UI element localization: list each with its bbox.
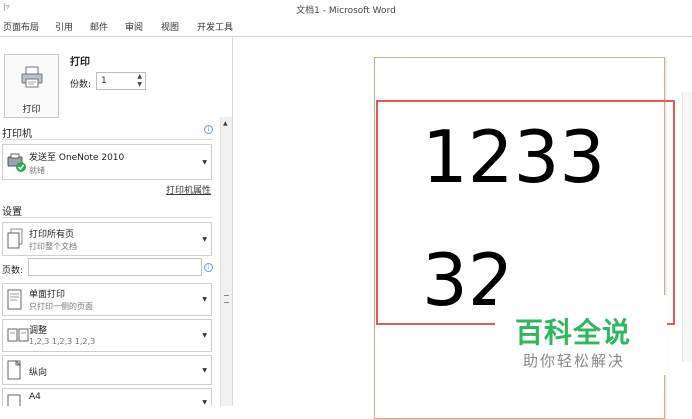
copies-value: 1 <box>101 76 107 86</box>
tab-mailings[interactable]: 邮件 <box>90 20 108 33</box>
tab-developer[interactable]: 开发工具 <box>197 20 233 33</box>
chevron-down-icon: ▼ <box>202 236 207 243</box>
tab-view[interactable]: 视图 <box>161 20 179 33</box>
print-sides-dropdown[interactable]: 单面打印 只打印一侧的页面 ▼ <box>2 283 212 316</box>
print-button-label: 打印 <box>22 105 41 115</box>
pages-label: 页数: <box>2 266 24 276</box>
portrait-icon <box>7 360 21 380</box>
paper-icon <box>7 394 21 406</box>
chevron-down-icon: ▼ <box>202 296 207 303</box>
tab-page-layout[interactable]: 页面布局 <box>3 20 39 33</box>
pages-input[interactable] <box>28 258 202 276</box>
section-divider <box>2 217 212 218</box>
printer-icon <box>21 66 43 88</box>
copies-input[interactable]: 1 ▲ ▼ <box>96 72 146 90</box>
preview-text-line-1: 1233 <box>422 115 606 199</box>
settings-section-title: 设置 <box>2 207 22 218</box>
paper-size-title: A4 <box>29 392 41 402</box>
collate-icon <box>7 328 29 342</box>
settings-scrollbar[interactable]: ▲ <box>220 117 232 406</box>
single-sided-icon <box>7 289 22 310</box>
title-bar: |▿ 文档1 - Microsoft Word <box>0 0 692 17</box>
chevron-down-icon: ▼ <box>202 367 207 374</box>
section-divider <box>2 139 212 140</box>
print-button[interactable]: 打印 <box>4 54 59 118</box>
watermark-subtitle: 助你轻松解决 <box>523 352 626 370</box>
print-range-title: 打印所有页 <box>29 230 75 240</box>
printer-section-title: 打印机 <box>2 129 32 140</box>
print-sides-title: 单面打印 <box>29 290 66 300</box>
paper-size-dropdown[interactable]: A4 ▼ <box>2 388 212 406</box>
window-title: 文档1 - Microsoft Word <box>296 6 396 16</box>
printer-name: 发送至 OneNote 2010 <box>29 153 125 163</box>
watermark-title: 百科全说 <box>515 316 632 349</box>
onenote-printer-icon <box>7 153 26 172</box>
pages-icon <box>7 228 23 249</box>
chevron-down-icon: ▼ <box>202 399 207 406</box>
collate-sub: 1,2,3 1,2,3 1,2,3 <box>29 337 96 346</box>
print-range-dropdown[interactable]: 打印所有页 打印整个文档 ▼ <box>2 222 212 256</box>
tab-references[interactable]: 引用 <box>55 20 73 33</box>
collate-dropdown[interactable]: 调整 1,2,3 1,2,3 1,2,3 ▼ <box>2 319 212 352</box>
orientation-dropdown[interactable]: 纵向 ▼ <box>2 355 212 385</box>
copies-label: 份数: <box>70 80 92 90</box>
printer-dropdown[interactable]: 发送至 OneNote 2010 就绪 ▼ <box>2 144 212 180</box>
chevron-down-icon: ▼ <box>202 332 207 339</box>
preview-scrollbar[interactable] <box>682 92 692 362</box>
orientation-title: 纵向 <box>29 368 48 378</box>
printer-properties-link[interactable]: 打印机属性 <box>166 183 211 196</box>
tab-review[interactable]: 审阅 <box>125 20 143 33</box>
copies-spinner[interactable]: ▲ ▼ <box>137 73 142 89</box>
scroll-grip[interactable] <box>224 295 229 303</box>
print-sides-sub: 只打印一侧的页面 <box>29 302 93 311</box>
print-settings-pane: 打印 打印 份数: 1 ▲ ▼ 打印机 i 发送至 OneNote 2010 就绪… <box>0 37 233 406</box>
scroll-up-icon[interactable]: ▲ <box>223 120 228 127</box>
printer-status: 就绪 <box>29 166 45 175</box>
watermark: 百科全说 助你轻松解决 <box>495 295 667 375</box>
info-icon[interactable]: i <box>204 263 213 272</box>
ribbon-tabs: 页面布局 引用 邮件 审阅 视图 开发工具 <box>0 17 692 37</box>
info-icon[interactable]: i <box>204 125 213 134</box>
print-heading: 打印 <box>70 57 90 68</box>
chevron-down-icon: ▼ <box>202 159 207 166</box>
print-preview: 1233 32 百科全说 助你轻松解决 <box>233 37 692 419</box>
print-range-sub: 打印整个文档 <box>29 242 77 251</box>
collate-title: 调整 <box>29 326 48 336</box>
